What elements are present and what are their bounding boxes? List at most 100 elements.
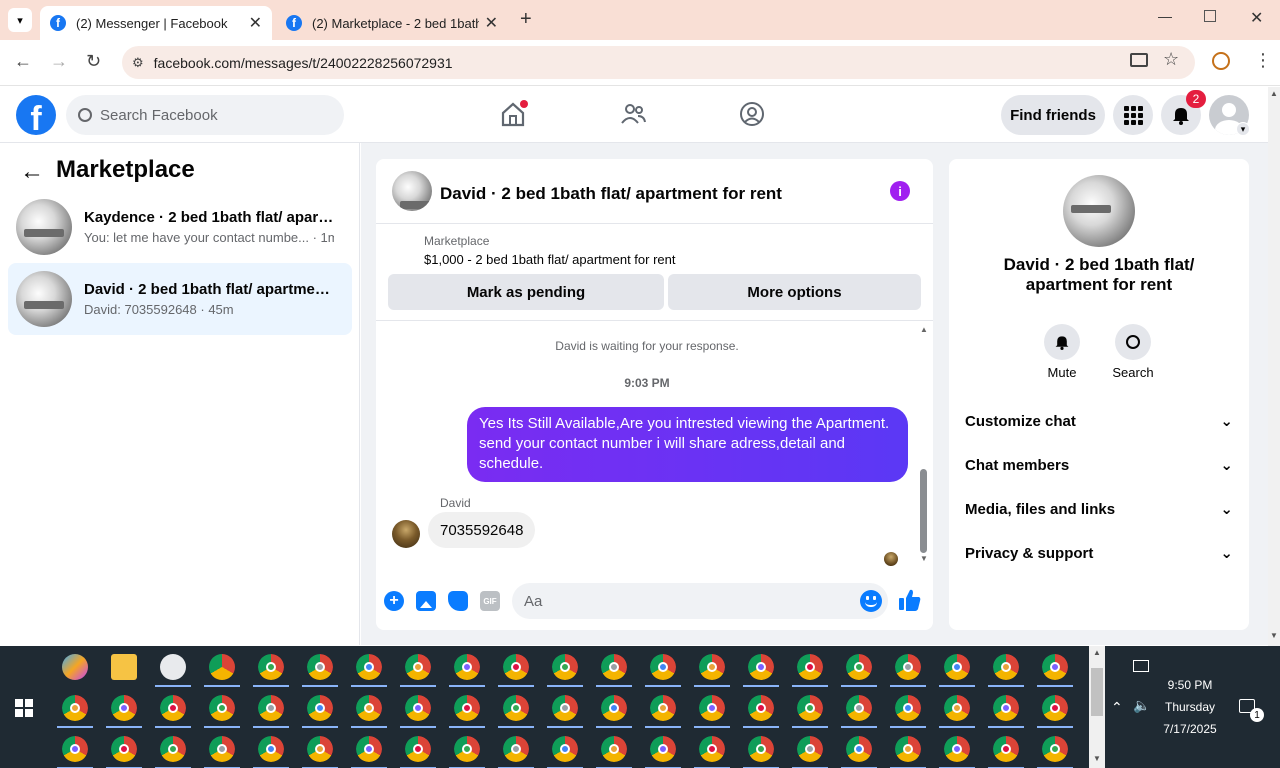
chrome-profile-icon[interactable]	[1042, 736, 1068, 762]
chrome-profile-icon[interactable]	[552, 695, 578, 721]
clock-date[interactable]: 7/17/2025	[1158, 722, 1222, 736]
restore-button[interactable]	[1204, 10, 1216, 22]
back-arrow-icon[interactable]: ←	[20, 158, 44, 186]
chrome-profile-icon[interactable]	[209, 736, 235, 762]
search-in-chat-button[interactable]	[1115, 324, 1151, 360]
chrome-profile-icon[interactable]	[552, 654, 578, 680]
omnibox[interactable]: ⚙ facebook.com/messages/t/24002228256072…	[122, 46, 1195, 79]
browser-menu-icon[interactable]: ⋮	[1254, 50, 1272, 71]
minimize-button[interactable]: —	[1158, 8, 1172, 24]
chrome-profile-icon[interactable]	[601, 654, 627, 680]
close-icon[interactable]: ✕	[249, 13, 262, 33]
bookmark-star-icon[interactable]: ☆	[1163, 49, 1179, 70]
chrome-profile-icon[interactable]	[356, 736, 382, 762]
chrome-profile-icon[interactable]	[160, 736, 186, 762]
mark-pending-button[interactable]: Mark as pending	[388, 274, 664, 310]
chrome-profile-icon[interactable]	[944, 736, 970, 762]
chrome-profile-icon[interactable]	[62, 695, 88, 721]
chrome-profile-icon[interactable]	[650, 736, 676, 762]
conversation-title[interactable]: David · 2 bed 1bath flat/ apartment for …	[440, 184, 782, 204]
file-explorer-icon[interactable]	[111, 654, 137, 680]
chrome-profile-icon[interactable]	[454, 695, 480, 721]
message-scrollbar[interactable]: ▲ ▼	[919, 325, 928, 565]
chrome-profile-icon[interactable]	[405, 736, 431, 762]
message-input[interactable]: Aa	[512, 583, 888, 619]
chrome-profile-icon[interactable]	[846, 736, 872, 762]
tab-messenger[interactable]: f (2) Messenger | Facebook ✕	[40, 6, 272, 40]
back-icon[interactable]: ←	[14, 51, 32, 72]
chrome-profile-icon[interactable]	[895, 654, 921, 680]
facebook-logo-icon[interactable]: f	[16, 95, 56, 135]
windows-start-icon[interactable]	[15, 699, 33, 717]
chrome-profile-icon[interactable]	[797, 736, 823, 762]
incoming-message-bubble[interactable]: 7035592648	[428, 512, 536, 548]
copilot-icon[interactable]	[62, 654, 88, 680]
volume-icon[interactable]: 🔈	[1133, 697, 1150, 714]
install-app-icon[interactable]	[1130, 53, 1148, 67]
window-close-button[interactable]: ✕	[1250, 8, 1263, 28]
site-info-icon[interactable]: ⚙	[132, 55, 144, 71]
chrome-profile-icon[interactable]	[258, 654, 284, 680]
emoji-icon[interactable]	[860, 590, 882, 612]
clock-time[interactable]: 9:50 PM	[1158, 678, 1222, 692]
chrome-profile-icon[interactable]	[699, 695, 725, 721]
chrome-profile-icon[interactable]	[503, 736, 529, 762]
show-hidden-icons[interactable]: ⌃	[1111, 699, 1123, 716]
chrome-profile-icon[interactable]	[258, 695, 284, 721]
chrome-profile-icon[interactable]	[454, 736, 480, 762]
chrome-profile-icon[interactable]	[1042, 695, 1068, 721]
tab-marketplace[interactable]: f (2) Marketplace - 2 bed 1bath fl ✕	[276, 6, 508, 40]
paint-icon[interactable]	[160, 654, 186, 680]
menu-grid-icon[interactable]	[1113, 95, 1153, 135]
page-scrollbar[interactable]: ▲ ▼	[1268, 87, 1280, 646]
chrome-profile-icon[interactable]	[699, 736, 725, 762]
chrome-profile-icon[interactable]	[307, 654, 333, 680]
chrome-profile-icon[interactable]	[307, 695, 333, 721]
chrome-profile-icon[interactable]	[405, 695, 431, 721]
chrome-profile-icon[interactable]	[993, 736, 1019, 762]
forward-icon[interactable]: →	[50, 51, 68, 72]
close-icon[interactable]: ✕	[485, 13, 498, 33]
sender-avatar[interactable]	[392, 520, 420, 548]
profile-icon[interactable]	[1212, 52, 1230, 70]
chrome-profile-icon[interactable]	[797, 654, 823, 680]
chrome-profile-icon[interactable]	[993, 695, 1019, 721]
sticker-icon[interactable]	[448, 591, 468, 611]
info-icon[interactable]: i	[890, 181, 910, 201]
outgoing-message-bubble[interactable]: Yes Its Still Available,Are you intreste…	[467, 407, 908, 482]
mute-button[interactable]	[1044, 324, 1080, 360]
listing-price-title[interactable]: $1,000 - 2 bed 1bath flat/ apartment for…	[424, 252, 676, 267]
chrome-profile-icon[interactable]	[356, 654, 382, 680]
chat-members-section[interactable]: Chat members ⌄	[965, 456, 1233, 475]
chrome-profile-icon[interactable]	[503, 695, 529, 721]
groups-icon[interactable]	[739, 101, 765, 132]
taskbar-scrollbar[interactable]: ▲ ▼	[1089, 646, 1105, 768]
chrome-h-profile-icon[interactable]	[209, 654, 235, 680]
chat-row-david[interactable]: David · 2 bed 1bath flat/ apartmen... Da…	[8, 263, 352, 335]
chrome-profile-icon[interactable]	[1042, 654, 1068, 680]
chrome-profile-icon[interactable]	[601, 736, 627, 762]
gif-icon[interactable]: GIF	[480, 591, 500, 611]
chrome-profile-icon[interactable]	[699, 654, 725, 680]
add-more-icon[interactable]: +	[384, 591, 404, 611]
privacy-support-section[interactable]: Privacy & support ⌄	[965, 544, 1233, 563]
chrome-profile-icon[interactable]	[454, 654, 480, 680]
customize-chat-section[interactable]: Customize chat ⌄	[965, 412, 1233, 431]
chrome-profile-icon[interactable]	[209, 695, 235, 721]
chrome-profile-icon[interactable]	[748, 695, 774, 721]
chat-row-kaydence[interactable]: Kaydence · 2 bed 1bath flat/ apart... Yo…	[8, 191, 352, 263]
chrome-profile-icon[interactable]	[601, 695, 627, 721]
clock-day[interactable]: Thursday	[1158, 700, 1222, 714]
chrome-profile-icon[interactable]	[650, 695, 676, 721]
chrome-profile-icon[interactable]	[258, 736, 284, 762]
chrome-profile-icon[interactable]	[846, 654, 872, 680]
chrome-profile-icon[interactable]	[503, 654, 529, 680]
reload-icon[interactable]: ↻	[86, 51, 101, 72]
chrome-profile-icon[interactable]	[895, 736, 921, 762]
task-view-icon[interactable]	[1133, 660, 1149, 672]
chrome-profile-icon[interactable]	[944, 695, 970, 721]
chrome-profile-icon[interactable]	[552, 736, 578, 762]
chrome-profile-icon[interactable]	[111, 695, 137, 721]
account-chevron-down-icon[interactable]: ▾	[1236, 122, 1250, 136]
tab-search-button[interactable]: ▾	[8, 8, 32, 32]
